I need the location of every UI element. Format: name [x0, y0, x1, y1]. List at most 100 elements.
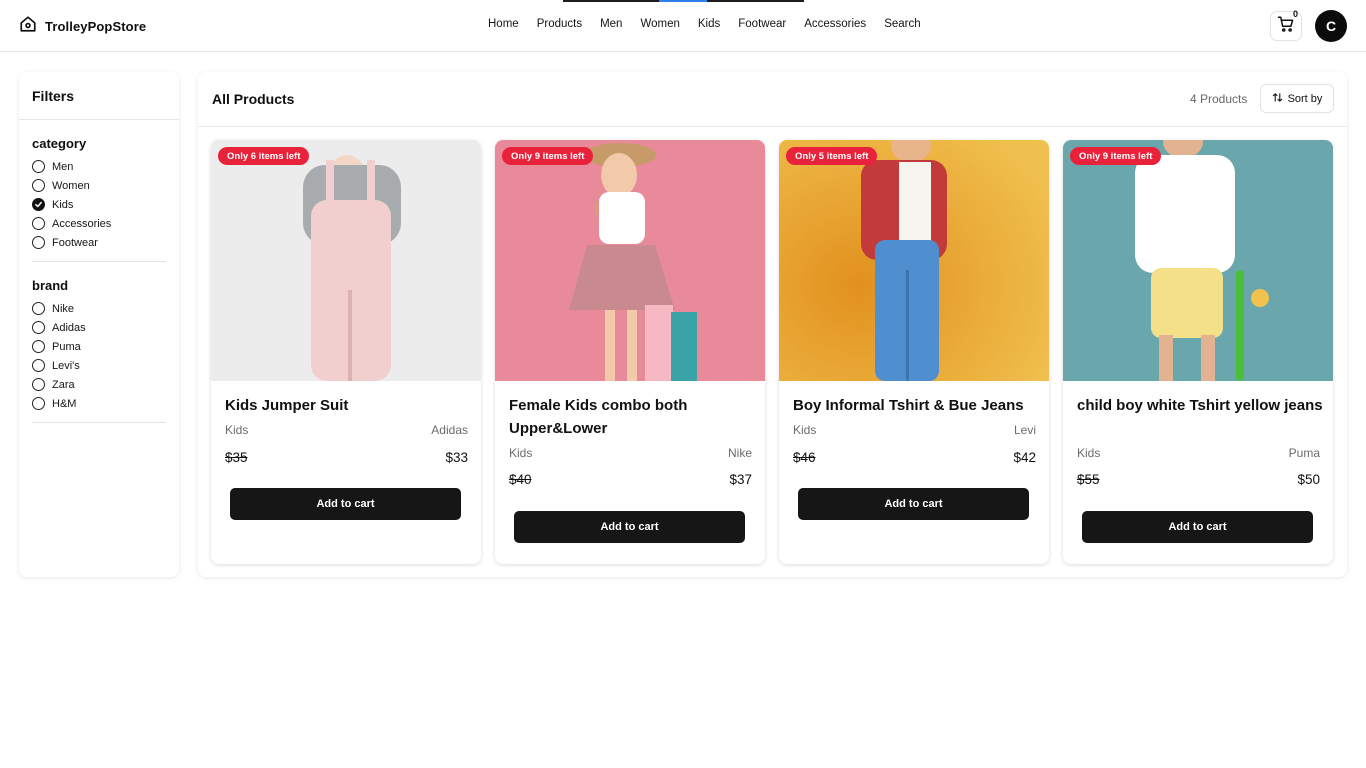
product-image[interactable]: Only 9 items left [495, 140, 765, 381]
filter-divider [32, 261, 166, 262]
option-label: Accessories [52, 217, 112, 230]
category-option-men[interactable]: Men [32, 157, 166, 176]
panel-divider [198, 126, 1347, 127]
sale-price: $42 [1013, 450, 1036, 465]
brand-option-puma[interactable]: Puma [32, 337, 166, 356]
product-brand: Adidas [431, 423, 468, 437]
product-category: Kids [1077, 446, 1101, 460]
product-card[interactable]: Only 9 items left child boy white Tshirt… [1063, 140, 1333, 564]
product-brand: Levi [1013, 423, 1036, 437]
header-top-accent [659, 0, 707, 2]
sort-button[interactable]: Sort by [1260, 84, 1334, 113]
brand-name: TrolleyPopStore [45, 19, 147, 34]
product-meta: Kids Adidas [225, 423, 468, 437]
nav-footwear[interactable]: Footwear [738, 18, 786, 30]
product-photo-kids-jumper [211, 140, 481, 381]
product-count: 4 Products [1190, 92, 1248, 106]
cart-count-badge: 0 [1293, 9, 1299, 19]
original-price: $40 [509, 472, 532, 487]
nav-men[interactable]: Men [600, 18, 622, 30]
option-label: Footwear [52, 236, 98, 249]
option-label: Kids [52, 198, 74, 211]
option-label: Zara [52, 378, 75, 391]
add-to-cart-button[interactable]: Add to cart [230, 488, 461, 520]
nav-accessories[interactable]: Accessories [804, 18, 866, 30]
product-name[interactable]: Female Kids combo both Upper&Lower [509, 394, 755, 440]
product-meta: Kids Puma [1077, 446, 1320, 460]
filters-divider [19, 119, 179, 120]
brand-logo[interactable]: TrolleyPopStore [19, 15, 146, 38]
category-option-women[interactable]: Women [32, 176, 166, 195]
option-label: Adidas [52, 321, 86, 334]
checkbox[interactable] [32, 397, 45, 410]
checkbox[interactable] [32, 340, 45, 353]
page-title: All Products [212, 91, 295, 107]
checkbox[interactable] [32, 236, 45, 249]
brand-option-levis[interactable]: Levi's [32, 356, 166, 375]
stock-badge: Only 5 items left [786, 147, 878, 165]
stock-badge: Only 9 items left [1070, 147, 1162, 165]
product-category: Kids [509, 446, 533, 460]
checkbox[interactable] [32, 160, 45, 173]
category-filter-title: category [32, 136, 87, 151]
add-to-cart-button[interactable]: Add to cart [798, 488, 1029, 520]
category-filter-group: category Men Women Kids Accessories Foot… [32, 136, 166, 252]
product-image[interactable]: Only 5 items left [779, 140, 1049, 381]
stock-badge: Only 9 items left [502, 147, 594, 165]
product-name[interactable]: Boy Informal Tshirt & Bue Jeans [793, 394, 1039, 417]
checkbox[interactable] [32, 302, 45, 315]
product-card[interactable]: Only 6 items left Kids Jumper Suit Kids … [211, 140, 481, 564]
product-prices: $46 $42 [793, 450, 1036, 465]
product-meta: Kids Nike [509, 446, 752, 460]
checkbox[interactable] [32, 179, 45, 192]
add-to-cart-button[interactable]: Add to cart [514, 511, 745, 543]
checkbox[interactable] [32, 217, 45, 230]
product-photo-female-kids-combo [495, 140, 765, 381]
add-to-cart-button[interactable]: Add to cart [1082, 511, 1313, 543]
nav-home[interactable]: Home [488, 18, 519, 30]
product-name[interactable]: Kids Jumper Suit [225, 394, 471, 417]
product-photo-boy-informal [779, 140, 1049, 381]
product-brand: Puma [1288, 446, 1320, 460]
sale-price: $50 [1297, 472, 1320, 487]
nav-search[interactable]: Search [884, 18, 920, 30]
products-panel: All Products 4 Products Sort by Only 6 i… [198, 72, 1347, 577]
nav-products[interactable]: Products [537, 18, 582, 30]
filters-title: Filters [32, 88, 75, 104]
nav-women[interactable]: Women [640, 18, 679, 30]
product-name[interactable]: child boy white Tshirt yellow jeans [1077, 394, 1323, 417]
original-price: $46 [793, 450, 816, 465]
top-header: TrolleyPopStore Home Products Men Women … [0, 0, 1366, 52]
category-option-footwear[interactable]: Footwear [32, 233, 166, 252]
option-label: Nike [52, 302, 75, 315]
user-avatar[interactable]: C [1315, 10, 1347, 42]
product-image[interactable]: Only 9 items left [1063, 140, 1333, 381]
home-store-icon [19, 15, 37, 38]
sort-arrows-icon [1272, 92, 1283, 106]
category-option-accessories[interactable]: Accessories [32, 214, 166, 233]
brand-option-nike[interactable]: Nike [32, 299, 166, 318]
original-price: $35 [225, 450, 248, 465]
stock-badge: Only 6 items left [218, 147, 310, 165]
sale-price: $33 [445, 450, 468, 465]
checkbox[interactable] [32, 359, 45, 372]
brand-filter-group: brand Nike Adidas Puma Levi's Zara H&M [32, 278, 166, 413]
product-card[interactable]: Only 5 items left Boy Informal Tshirt & … [779, 140, 1049, 564]
product-prices: $35 $33 [225, 450, 468, 465]
product-image[interactable]: Only 6 items left [211, 140, 481, 381]
brand-option-adidas[interactable]: Adidas [32, 318, 166, 337]
category-option-kids[interactable]: Kids [32, 195, 166, 214]
checkbox-checked[interactable] [32, 198, 45, 211]
checkbox[interactable] [32, 321, 45, 334]
option-label: Women [52, 179, 90, 192]
brand-option-hm[interactable]: H&M [32, 394, 166, 413]
product-card[interactable]: Only 9 items left Female Kids combo both… [495, 140, 765, 564]
brand-option-zara[interactable]: Zara [32, 375, 166, 394]
nav-kids[interactable]: Kids [698, 18, 720, 30]
product-photo-child-boy-white-tshirt [1063, 140, 1333, 381]
checkbox[interactable] [32, 378, 45, 391]
product-category: Kids [225, 423, 249, 437]
sort-label: Sort by [1287, 92, 1323, 105]
option-label: Men [52, 160, 74, 173]
filters-panel: Filters category Men Women Kids Accessor… [19, 72, 179, 577]
